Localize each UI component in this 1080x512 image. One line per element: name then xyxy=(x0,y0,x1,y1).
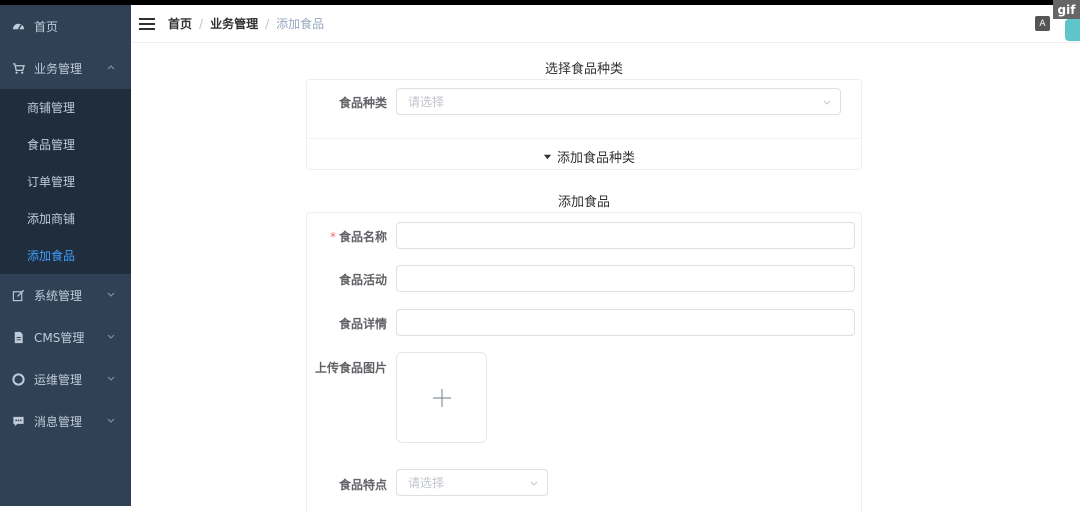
plus-icon xyxy=(432,388,451,407)
required-marker: * xyxy=(329,230,336,244)
hamburger-icon[interactable] xyxy=(139,17,155,31)
food-name-input[interactable] xyxy=(396,222,855,249)
sidebar-item-cms[interactable]: CMS管理 xyxy=(0,316,131,358)
sidebar-item-label: 系统管理 xyxy=(34,288,83,303)
food-card: * 食品名称 食品活动 食品详情 上传食品图片 食品特点 请选择 xyxy=(306,212,862,512)
caret-down-icon xyxy=(543,154,552,160)
sidebar-item-message[interactable]: 消息管理 xyxy=(0,400,131,442)
sidebar-item-business[interactable]: 业务管理 xyxy=(0,47,131,89)
sidebar-item-label: 消息管理 xyxy=(34,414,83,429)
lifebuoy-icon xyxy=(11,372,25,386)
food-name-label: * 食品名称 xyxy=(307,228,387,245)
breadcrumb: 首页 / 业务管理 / 添加食品 xyxy=(168,15,324,32)
sidebar-item-food-manage[interactable]: 食品管理 xyxy=(0,126,131,163)
food-section-title: 添加食品 xyxy=(557,195,610,210)
category-section-title: 选择食品种类 xyxy=(544,62,623,77)
chevron-down-icon xyxy=(107,376,115,381)
food-image-label: 上传食品图片 xyxy=(314,361,387,375)
image-uploader[interactable] xyxy=(396,352,487,443)
sidebar-item-order-manage[interactable]: 订单管理 xyxy=(0,163,131,200)
breadcrumb-business[interactable]: 业务管理 xyxy=(210,15,258,32)
chevron-down-icon xyxy=(530,481,538,486)
category-card: 食品种类 请选择 添加食品种类 xyxy=(306,79,862,170)
breadcrumb-separator: / xyxy=(199,16,204,31)
sidebar-item-ops[interactable]: 运维管理 xyxy=(0,358,131,400)
sidebar-item-add-food[interactable]: 添加食品 xyxy=(0,237,131,274)
breadcrumb-separator: / xyxy=(265,16,270,31)
sidebar-item-home[interactable]: 首页 xyxy=(0,5,131,47)
sidebar-item-label: 添加商铺 xyxy=(27,212,76,226)
font-size-label: A xyxy=(1039,18,1046,29)
sidebar-item-label: 添加食品 xyxy=(27,249,76,263)
sidebar-item-label: 订单管理 xyxy=(27,175,76,189)
category-select-placeholder: 请选择 xyxy=(408,95,445,109)
sidebar-item-add-shop[interactable]: 添加商铺 xyxy=(0,200,131,237)
food-activity-input[interactable] xyxy=(396,265,855,292)
chevron-up-icon xyxy=(107,65,115,70)
card-divider xyxy=(307,138,861,139)
avatar[interactable] xyxy=(1065,19,1080,41)
sidebar-item-label: 首页 xyxy=(34,19,59,34)
breadcrumb-home[interactable]: 首页 xyxy=(168,15,192,32)
food-detail-label: 食品详情 xyxy=(338,317,387,331)
sidebar-item-label: 食品管理 xyxy=(27,138,76,152)
edit-icon xyxy=(11,288,25,302)
category-label: 食品种类 xyxy=(338,96,387,110)
food-activity-label: 食品活动 xyxy=(338,273,387,287)
sidebar-item-shop-manage[interactable]: 商铺管理 xyxy=(0,89,131,126)
food-feature-label: 食品特点 xyxy=(338,478,387,492)
food-feature-placeholder: 请选择 xyxy=(408,476,445,490)
message-icon xyxy=(11,414,25,428)
food-detail-input[interactable] xyxy=(396,309,855,336)
dashboard-icon xyxy=(11,19,25,33)
sidebar-item-label: 业务管理 xyxy=(34,61,83,76)
sidebar: 首页 业务管理 商铺管理 食品管理 订单管理 添加商铺 添加食品 系统管理 CM… xyxy=(0,5,131,506)
breadcrumb-current: 添加食品 xyxy=(276,17,325,31)
food-feature-select[interactable]: 请选择 xyxy=(396,469,548,496)
chevron-down-icon xyxy=(823,100,831,105)
gif-badge: gif xyxy=(1053,0,1080,19)
food-name-label-text: 食品名称 xyxy=(338,230,387,244)
sidebar-item-system[interactable]: 系统管理 xyxy=(0,274,131,316)
font-size-icon[interactable]: A xyxy=(1035,16,1050,31)
sidebar-item-label: 商铺管理 xyxy=(27,101,76,115)
add-category-label: 添加食品种类 xyxy=(557,151,636,166)
document-icon xyxy=(11,330,25,344)
chevron-down-icon xyxy=(107,418,115,423)
sidebar-item-label: CMS管理 xyxy=(34,330,85,345)
chevron-down-icon xyxy=(107,292,115,297)
cart-icon xyxy=(11,61,25,75)
business-submenu: 商铺管理 食品管理 订单管理 添加商铺 添加食品 xyxy=(0,89,131,274)
sidebar-item-label: 运维管理 xyxy=(34,372,83,387)
navbar: 首页 / 业务管理 / 添加食品 A gif xyxy=(131,0,1080,43)
chevron-down-icon xyxy=(107,334,115,339)
add-category-toggle[interactable]: 添加食品种类 xyxy=(543,147,635,166)
main-content: 首页 / 业务管理 / 添加食品 A gif 选择食品种类 食品种类 请选择 添… xyxy=(131,0,1080,512)
category-select[interactable]: 请选择 xyxy=(396,88,841,115)
